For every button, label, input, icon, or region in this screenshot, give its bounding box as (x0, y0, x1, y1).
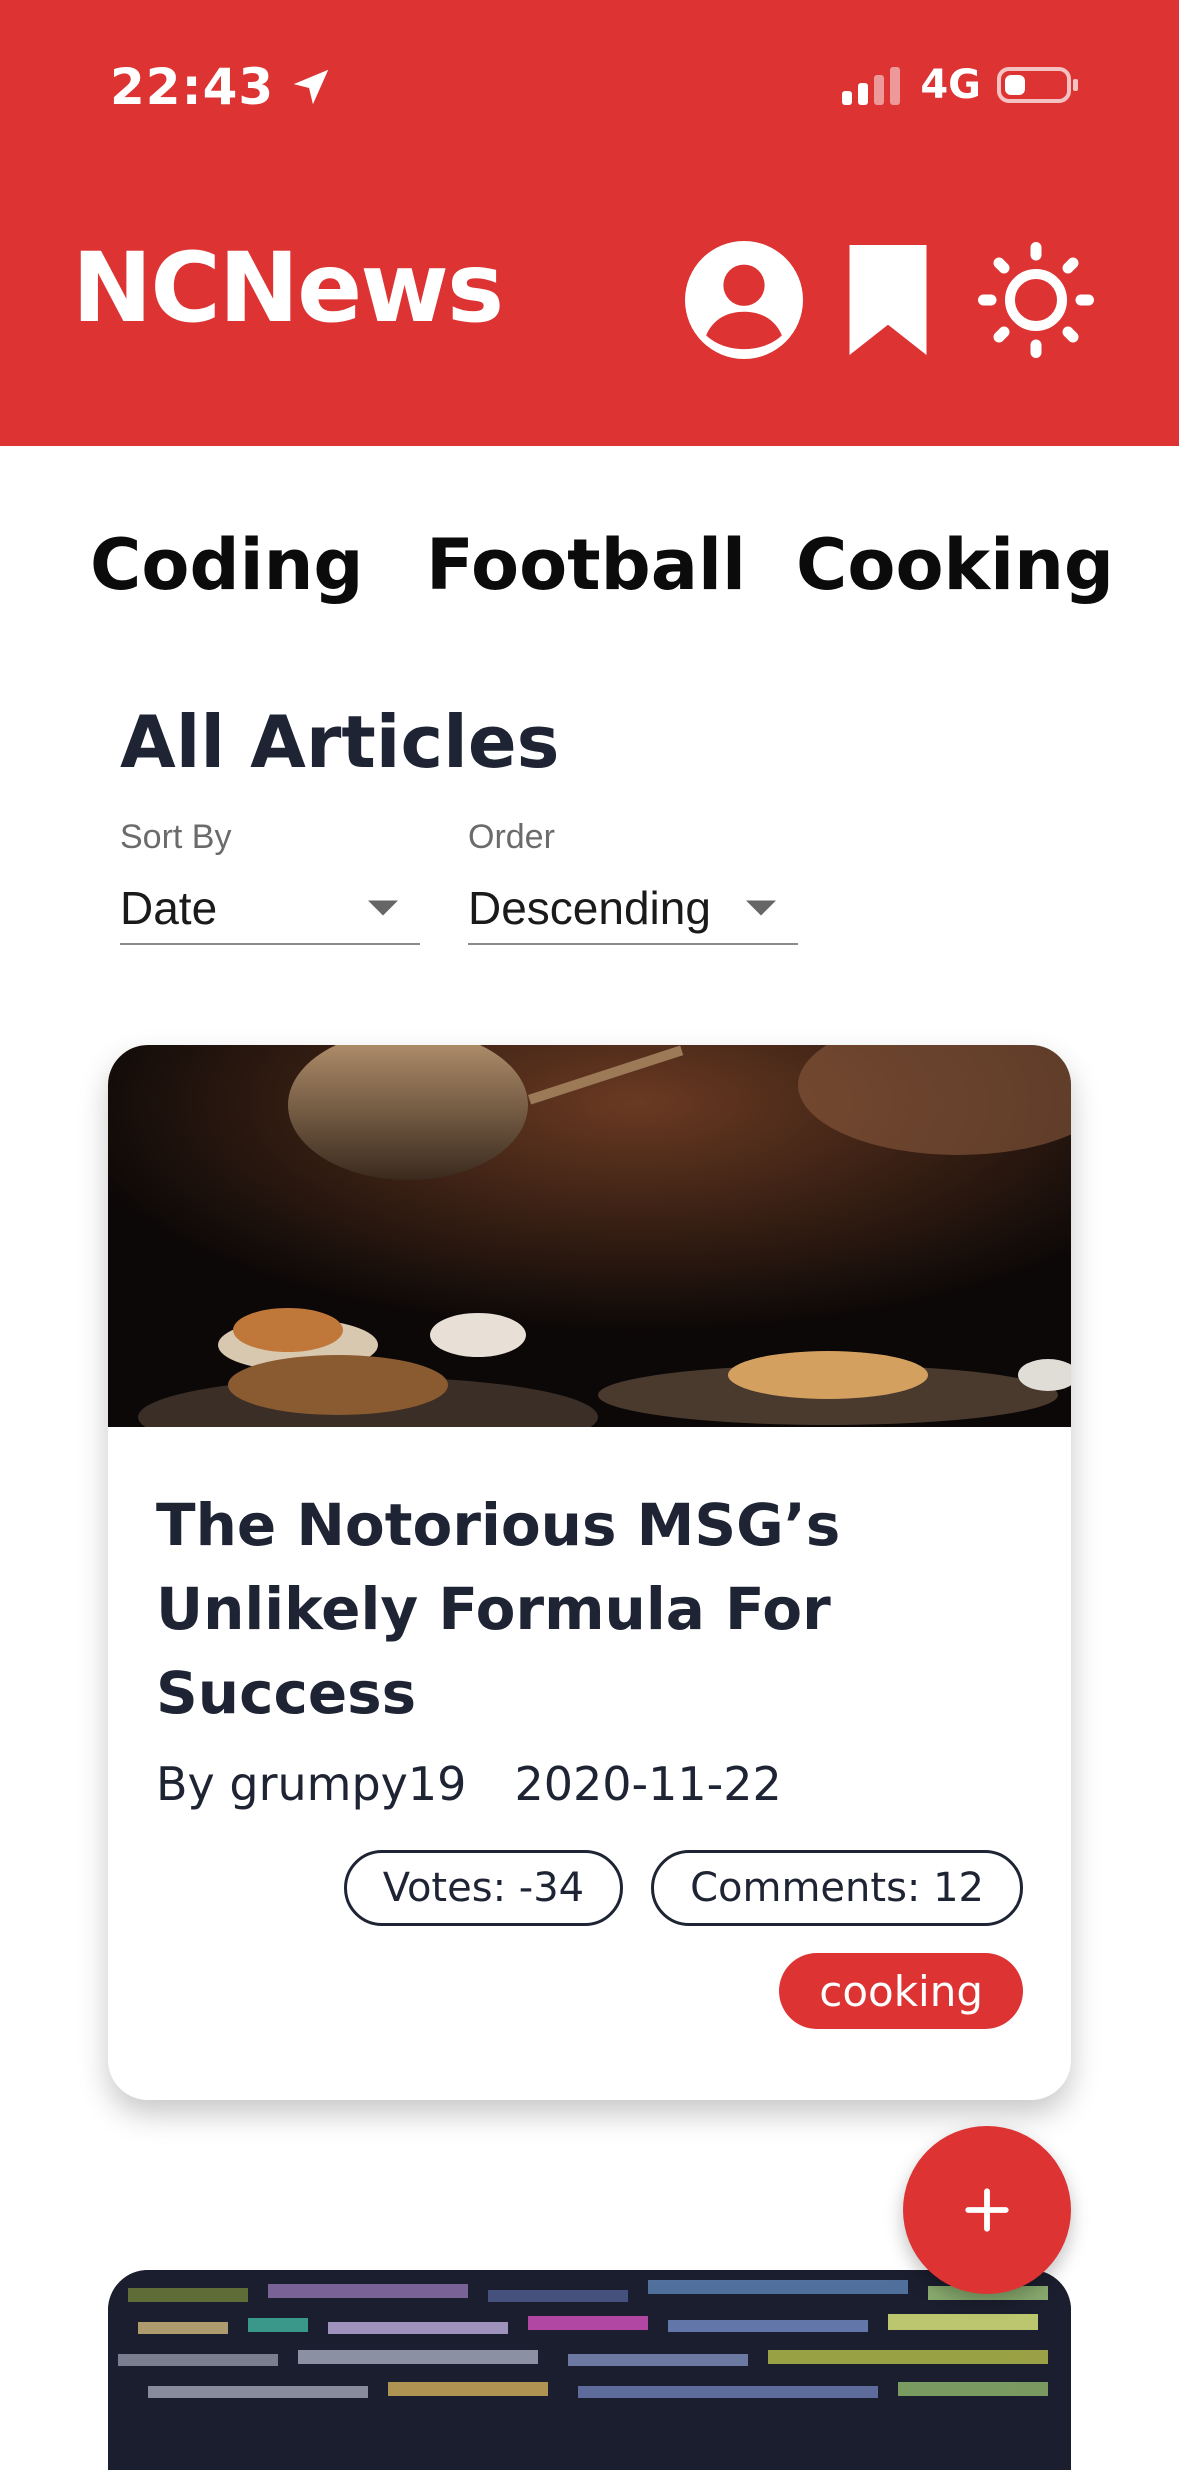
order-value: Descending (468, 882, 711, 934)
plus-icon (965, 2188, 1009, 2232)
caret-down-icon (368, 900, 398, 916)
topic-tag[interactable]: cooking (779, 1953, 1023, 2029)
topic-cooking[interactable]: Cooking (796, 520, 1114, 611)
article-stats: Votes: -34 Comments: 12 (343, 1850, 1023, 1926)
article-author: By grumpy19 (156, 1757, 467, 1811)
app-logo[interactable]: NCNews (72, 240, 504, 336)
topic-football[interactable]: Football (426, 520, 746, 611)
status-bar-right: 4G (842, 62, 1081, 108)
article-image (108, 2270, 1071, 2470)
account-icon[interactable] (684, 240, 804, 360)
caret-down-icon (746, 900, 776, 916)
order-select: Order Descending (468, 818, 798, 960)
article-meta: By grumpy19 2020-11-22 (156, 1757, 782, 1811)
article-date: 2020-11-22 (514, 1757, 782, 1811)
sun-icon[interactable] (976, 240, 1096, 360)
add-article-button[interactable] (903, 2126, 1071, 2294)
status-time-text: 22:43 (110, 58, 275, 116)
comments-badge[interactable]: Comments: 12 (651, 1850, 1023, 1926)
article-image (108, 1045, 1071, 1427)
votes-badge: Votes: -34 (343, 1850, 624, 1926)
location-arrow-icon (293, 69, 329, 105)
sort-by-dropdown[interactable]: Date (120, 873, 420, 945)
topic-nav: Coding Football Cooking (0, 520, 1179, 620)
topic-coding[interactable]: Coding (90, 520, 364, 611)
status-bar-time: 22:43 (110, 58, 334, 116)
article-card[interactable]: The Notorious MSG’s Unlikely Formula For… (108, 1045, 1071, 2100)
app-header: 22:43 4G NCNews (0, 0, 1179, 446)
order-dropdown[interactable]: Descending (468, 873, 798, 945)
order-label: Order (468, 818, 555, 856)
sort-by-label: Sort By (120, 818, 232, 856)
sort-by-value: Date (120, 882, 218, 934)
page-title: All Articles (120, 700, 560, 784)
battery-icon (997, 67, 1078, 103)
cellular-signal-icon (842, 67, 901, 105)
bookmark-icon[interactable] (828, 240, 948, 360)
article-card[interactable] (108, 2270, 1071, 2470)
article-title[interactable]: The Notorious MSG’s Unlikely Formula For… (156, 1483, 1016, 1735)
sort-by-select: Sort By Date (120, 818, 420, 960)
network-type: 4G (920, 62, 981, 108)
